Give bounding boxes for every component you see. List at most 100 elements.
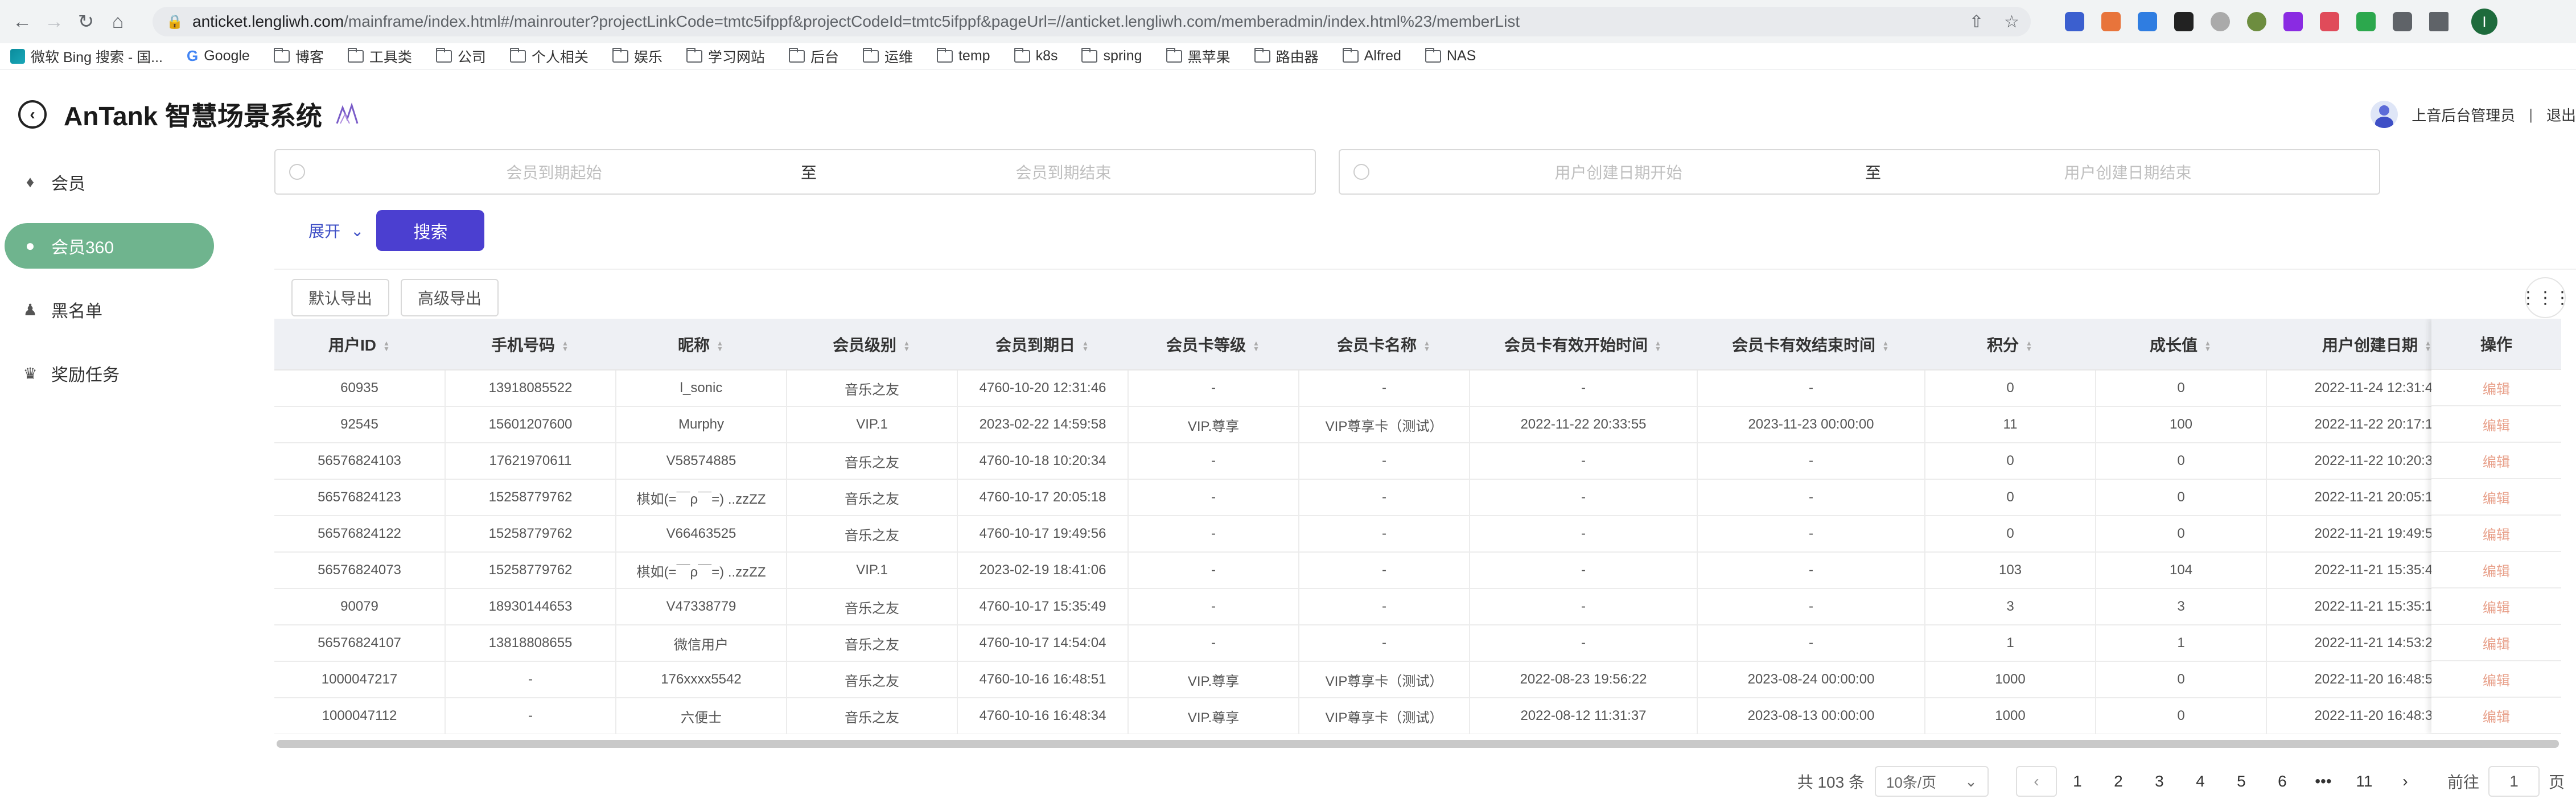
- column-header[interactable]: 会员卡有效开始时间 ▲ ▼: [1470, 319, 1697, 370]
- puzzle-icon[interactable]: [2393, 12, 2412, 31]
- bookmark-folder[interactable]: 博客: [273, 46, 324, 67]
- bookmark-google[interactable]: G Google: [187, 47, 250, 65]
- extension-icon[interactable]: [2247, 12, 2266, 31]
- edit-link[interactable]: 编辑: [2431, 625, 2561, 661]
- bookmark-folder[interactable]: NAS: [1425, 47, 1476, 64]
- page-number[interactable]: 2: [2098, 766, 2139, 797]
- sort-icon[interactable]: ▲ ▼: [1653, 340, 1663, 352]
- sort-icon[interactable]: ▲ ▼: [1881, 340, 1890, 352]
- default-export-button[interactable]: 默认导出: [291, 279, 390, 316]
- bookmark-folder[interactable]: 黑苹果: [1166, 46, 1231, 67]
- search-button[interactable]: 搜索: [376, 210, 485, 251]
- reload-icon[interactable]: ↻: [72, 7, 100, 36]
- page-number[interactable]: 3: [2139, 766, 2180, 797]
- bookmark-folder[interactable]: k8s: [1014, 47, 1057, 64]
- translate-extension-icon[interactable]: [2065, 12, 2084, 31]
- forward-icon[interactable]: →: [40, 7, 68, 36]
- column-header[interactable]: 会员级别 ▲ ▼: [787, 319, 957, 370]
- bookmark-folder[interactable]: spring: [1081, 47, 1142, 64]
- edit-link[interactable]: 编辑: [2431, 443, 2561, 479]
- share-icon[interactable]: ⇧: [1969, 12, 1984, 32]
- bookmark-folder[interactable]: 个人相关: [509, 46, 589, 67]
- column-header[interactable]: 积分 ▲ ▼: [1925, 319, 2096, 370]
- column-header[interactable]: 会员到期日 ▲ ▼: [957, 319, 1128, 370]
- sidebar-item-member360[interactable]: ● 会员360: [5, 223, 214, 269]
- range-end-input[interactable]: 用户创建日期结束: [1890, 160, 2365, 183]
- bookmark-folder[interactable]: temp: [936, 47, 990, 64]
- home-icon[interactable]: ⌂: [104, 7, 132, 36]
- column-header[interactable]: 会员卡等级 ▲ ▼: [1128, 319, 1299, 370]
- expand-toggle[interactable]: 展开 ⌄: [308, 219, 364, 242]
- member-expire-range-picker[interactable]: 会员到期起始 至 会员到期结束: [274, 149, 1316, 195]
- extension-icon[interactable]: [2356, 12, 2376, 31]
- extension-icon[interactable]: [2283, 12, 2303, 31]
- profile-avatar[interactable]: I: [2471, 9, 2497, 35]
- advanced-export-button[interactable]: 高级导出: [401, 279, 499, 316]
- logout-link[interactable]: 退出: [2546, 104, 2576, 125]
- sort-icon[interactable]: ▲ ▼: [902, 340, 911, 352]
- sort-icon[interactable]: ▲ ▼: [1252, 340, 1261, 352]
- extension-icon[interactable]: [2174, 12, 2194, 31]
- prev-page-icon[interactable]: ‹: [2015, 766, 2057, 797]
- back-icon[interactable]: ←: [8, 7, 36, 36]
- column-header[interactable]: 昵称 ▲ ▼: [616, 319, 787, 370]
- page-number[interactable]: 11: [2344, 766, 2385, 797]
- more-pages-icon[interactable]: •••: [2303, 766, 2344, 797]
- range-start-input[interactable]: 会员到期起始: [316, 160, 792, 183]
- user-name[interactable]: 上音后台管理员: [2412, 104, 2515, 125]
- horizontal-scrollbar[interactable]: [277, 740, 2559, 748]
- sidepanel-icon[interactable]: [2429, 12, 2449, 31]
- sidebar-item-blacklist[interactable]: ♟ 黑名单: [0, 287, 228, 332]
- goto-page-input[interactable]: 1: [2488, 766, 2540, 797]
- page-number[interactable]: 5: [2221, 766, 2262, 797]
- extension-icon[interactable]: [2101, 12, 2121, 31]
- bookmark-folder[interactable]: 工具类: [347, 46, 412, 67]
- sort-icon[interactable]: ▲ ▼: [561, 340, 570, 352]
- page-number[interactable]: 1: [2057, 766, 2098, 797]
- bookmark-bing[interactable]: 微软 Bing 搜索 - 国...: [10, 46, 163, 67]
- column-header[interactable]: 会员卡有效结束时间 ▲ ▼: [1697, 319, 1925, 370]
- user-avatar[interactable]: [2371, 101, 2398, 128]
- sort-icon[interactable]: ▲ ▼: [2203, 340, 2212, 352]
- edit-link[interactable]: 编辑: [2431, 661, 2561, 698]
- column-header[interactable]: 手机号码 ▲ ▼: [445, 319, 616, 370]
- edit-link[interactable]: 编辑: [2431, 516, 2561, 552]
- next-page-icon[interactable]: ›: [2385, 766, 2426, 797]
- edit-link[interactable]: 编辑: [2431, 479, 2561, 516]
- sort-icon[interactable]: ▲ ▼: [2024, 340, 2034, 352]
- column-header[interactable]: 用户ID ▲ ▼: [274, 319, 445, 370]
- bookmark-star-icon[interactable]: ☆: [2004, 12, 2019, 32]
- extension-icon[interactable]: [2211, 12, 2230, 31]
- edit-link[interactable]: 编辑: [2431, 406, 2561, 443]
- edit-link[interactable]: 编辑: [2431, 588, 2561, 625]
- back-circle-icon[interactable]: ‹: [18, 100, 47, 129]
- bookmark-folder[interactable]: 娱乐: [612, 46, 662, 67]
- bookmark-folder[interactable]: Alfred: [1342, 47, 1401, 64]
- range-start-input[interactable]: 用户创建日期开始: [1381, 160, 1856, 183]
- bookmark-folder[interactable]: 运维: [862, 46, 913, 67]
- bookmark-folder[interactable]: 路由器: [1254, 46, 1319, 67]
- column-header[interactable]: 成长值 ▲ ▼: [2096, 319, 2266, 370]
- sort-icon[interactable]: ▲ ▼: [1081, 340, 1090, 352]
- bookmark-folder[interactable]: 后台: [788, 46, 839, 67]
- edit-link[interactable]: 编辑: [2431, 698, 2561, 734]
- sort-icon[interactable]: ▲ ▼: [382, 340, 391, 352]
- edit-link[interactable]: 编辑: [2431, 370, 2561, 406]
- edit-link[interactable]: 编辑: [2431, 552, 2561, 588]
- bookmark-folder[interactable]: 学习网站: [686, 46, 765, 67]
- range-end-input[interactable]: 会员到期结束: [826, 160, 1301, 183]
- column-header[interactable]: 会员卡名称 ▲ ▼: [1299, 319, 1470, 370]
- sort-icon[interactable]: ▲ ▼: [715, 340, 725, 352]
- page-number[interactable]: 6: [2262, 766, 2303, 797]
- extension-icon[interactable]: [2138, 12, 2157, 31]
- scrollbar-thumb[interactable]: [277, 740, 2559, 748]
- bookmark-folder[interactable]: 公司: [435, 46, 486, 67]
- extension-icon[interactable]: [2320, 12, 2339, 31]
- user-created-range-picker[interactable]: 用户创建日期开始 至 用户创建日期结束: [1339, 149, 2380, 195]
- page-number[interactable]: 4: [2180, 766, 2221, 797]
- column-settings-icon[interactable]: ⋮⋮⋮: [2520, 277, 2571, 318]
- sort-icon[interactable]: ▲ ▼: [1422, 340, 1431, 352]
- address-bar[interactable]: 🔒 anticket.lengliwh.com/mainframe/index.…: [153, 7, 2031, 36]
- sidebar-item-member[interactable]: ♦ 会员: [0, 159, 228, 205]
- sidebar-item-rewards[interactable]: ♛ 奖励任务: [0, 351, 228, 396]
